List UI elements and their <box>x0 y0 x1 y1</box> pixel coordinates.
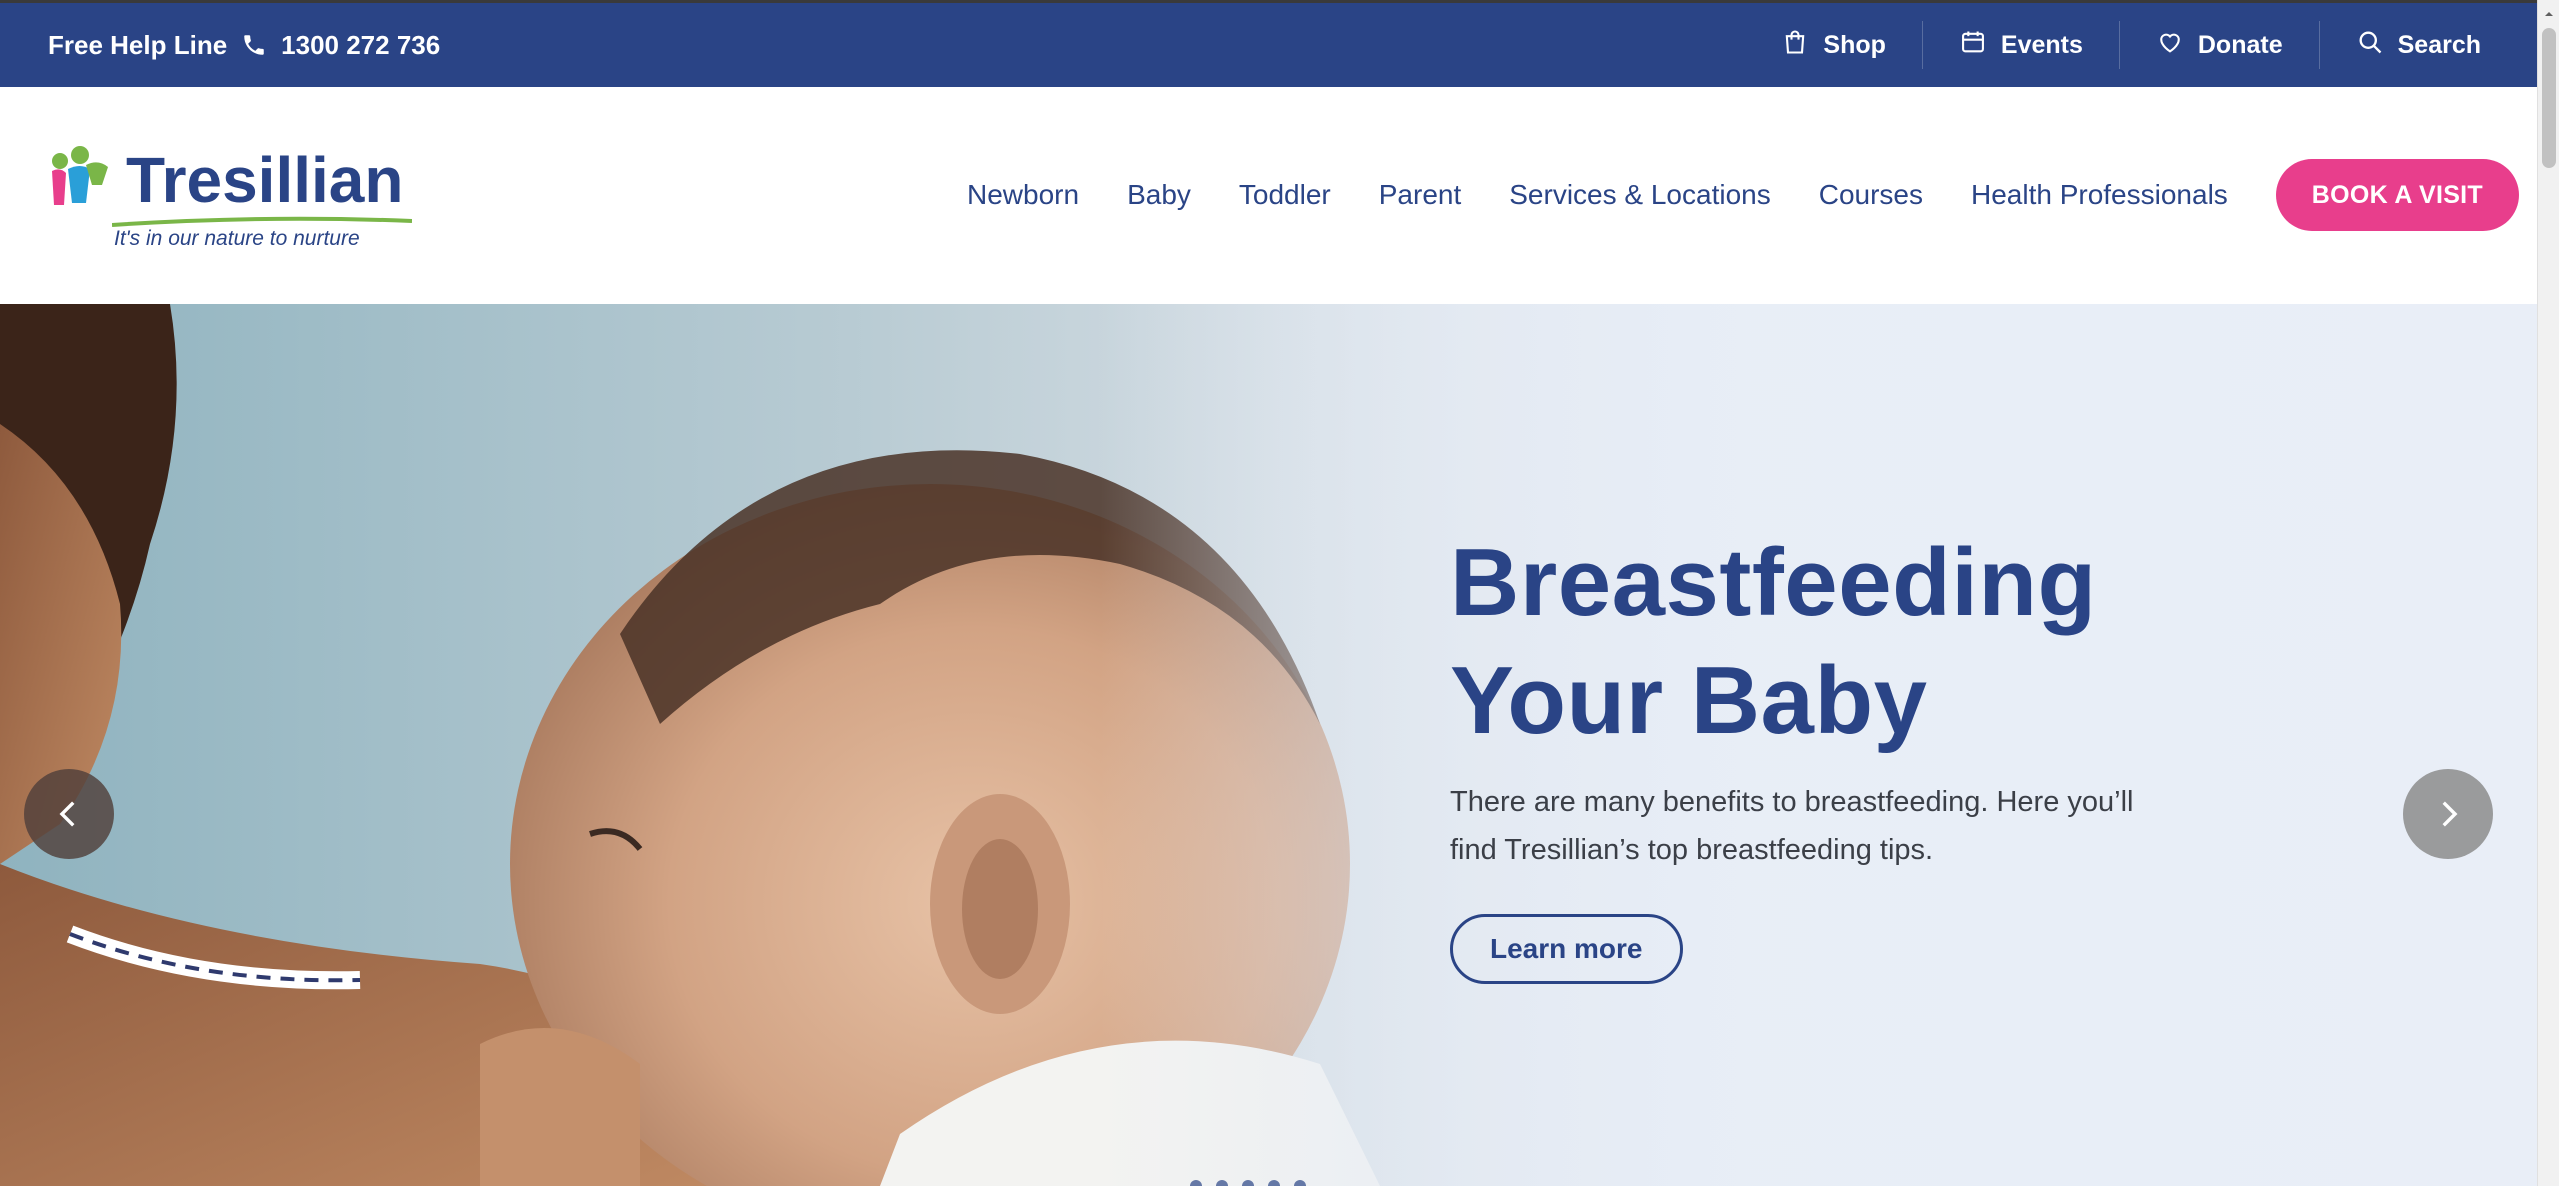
nav-toddler[interactable]: Toddler <box>1239 179 1331 211</box>
help-line[interactable]: Free Help Line 1300 272 736 <box>48 3 440 87</box>
calendar-icon <box>1959 28 1987 63</box>
nav-courses[interactable]: Courses <box>1819 179 1923 211</box>
search-label: Search <box>2397 30 2481 59</box>
main-nav: Newborn Baby Toddler Parent Services & L… <box>967 159 2519 231</box>
scroll-up-arrow[interactable] <box>2538 3 2559 25</box>
carousel-prev-button[interactable] <box>24 769 114 859</box>
scroll-thumb[interactable] <box>2542 28 2556 168</box>
site-header: Tresillian It's in our nature to nurture… <box>0 87 2537 304</box>
carousel-dot[interactable] <box>1190 1180 1202 1186</box>
hero-title-line2: Your Baby <box>1450 647 1928 754</box>
chevron-right-icon <box>2442 801 2458 827</box>
logo-mark-icon <box>52 146 108 205</box>
search-link[interactable]: Search <box>2318 21 2517 69</box>
learn-more-button[interactable]: Learn more <box>1450 914 1683 984</box>
hero-description: There are many benefits to breastfeeding… <box>1450 786 2134 866</box>
phone-number[interactable]: 1300 272 736 <box>281 30 440 61</box>
nav-baby[interactable]: Baby <box>1127 179 1191 211</box>
nav-services-locations[interactable]: Services & Locations <box>1509 179 1770 211</box>
nav-parent[interactable]: Parent <box>1379 179 1462 211</box>
events-label: Events <box>2000 30 2083 59</box>
tresillian-logo[interactable]: Tresillian It's in our nature to nurture <box>46 144 412 257</box>
chevron-left-icon <box>59 801 75 827</box>
page: Free Help Line 1300 272 736 Shop Events <box>0 0 2559 1186</box>
events-link[interactable]: Events <box>1921 21 2119 69</box>
donate-link[interactable]: Donate <box>2118 21 2319 69</box>
heart-icon <box>2156 28 2184 63</box>
carousel-dot[interactable] <box>1242 1180 1254 1186</box>
carousel-next-button[interactable] <box>2403 769 2493 859</box>
hero-title: Breastfeeding Your Baby <box>1450 524 2210 760</box>
book-a-visit-button[interactable]: BOOK A VISIT <box>2275 159 2519 231</box>
page-scrollbar[interactable] <box>2537 0 2559 1186</box>
utility-bar: Free Help Line 1300 272 736 Shop Events <box>0 0 2537 87</box>
hero-title-line1: Breastfeeding <box>1450 529 2097 636</box>
helpline-label: Free Help Line <box>48 29 228 60</box>
nav-newborn[interactable]: Newborn <box>967 179 1079 211</box>
logo-tagline: It's in our nature to nurture <box>114 227 360 250</box>
utility-nav: Shop Events Donate Search <box>1745 3 2517 87</box>
carousel-dot[interactable] <box>1294 1180 1306 1186</box>
logo-wordmark: Tresillian <box>126 144 404 216</box>
hero-carousel: Breastfeeding Your Baby There are many b… <box>0 304 2537 1186</box>
carousel-dot[interactable] <box>1216 1180 1228 1186</box>
search-icon <box>2356 28 2384 63</box>
carousel-dot[interactable] <box>1268 1180 1280 1186</box>
shop-label: Shop <box>1823 30 1886 59</box>
donate-label: Donate <box>2197 30 2283 59</box>
triangle-up-icon <box>2545 12 2553 16</box>
nav-health-professionals[interactable]: Health Professionals <box>1971 179 2228 211</box>
shopping-bag-icon <box>1781 28 1809 63</box>
shop-link[interactable]: Shop <box>1745 21 1922 69</box>
phone-icon <box>241 32 267 58</box>
hero-content: Breastfeeding Your Baby There are many b… <box>1450 524 2210 984</box>
carousel-dots <box>1190 1180 1306 1186</box>
